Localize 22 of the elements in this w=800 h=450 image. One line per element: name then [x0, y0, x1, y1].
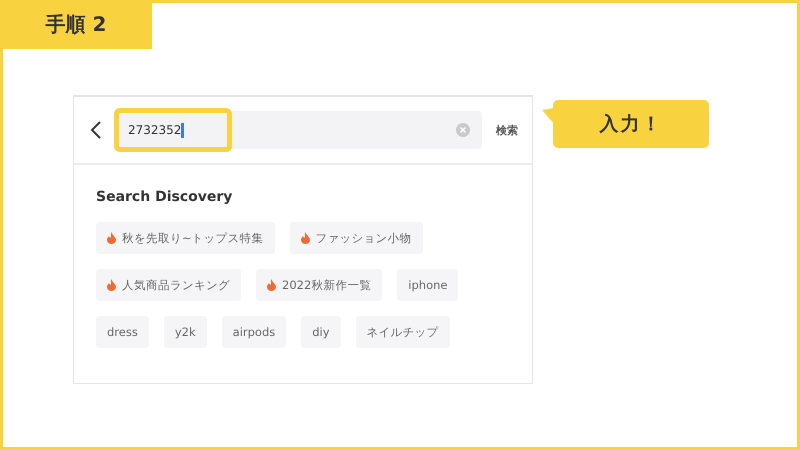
- search-tag[interactable]: airpods: [222, 316, 286, 348]
- section-title: Search Discovery: [96, 189, 234, 205]
- search-field[interactable]: 2732352: [116, 111, 482, 149]
- search-button[interactable]: 検索: [496, 122, 518, 138]
- flame-icon: [107, 279, 116, 291]
- flame-icon: [300, 232, 310, 244]
- search-value: 2732352: [128, 123, 182, 137]
- search-tag[interactable]: diy: [301, 316, 341, 348]
- flame-icon: [267, 279, 276, 291]
- search-tag[interactable]: 人気商品ランキング: [96, 269, 241, 301]
- flame-icon: [107, 232, 116, 244]
- text-cursor: [181, 122, 184, 138]
- callout: 入力！: [553, 100, 709, 148]
- back-icon[interactable]: [90, 120, 102, 140]
- search-tag[interactable]: 秋を先取り~トップス特集: [96, 222, 275, 254]
- step-label: 手順 2: [3, 3, 152, 49]
- search-tag[interactable]: ネイルチップ: [356, 316, 450, 348]
- search-tag[interactable]: 2022秋新作一覧: [256, 269, 382, 301]
- search-tag[interactable]: ファッション小物: [290, 222, 423, 254]
- search-tag[interactable]: dress: [96, 316, 149, 348]
- search-tag[interactable]: y2k: [164, 316, 207, 348]
- search-tag[interactable]: iphone: [397, 269, 458, 301]
